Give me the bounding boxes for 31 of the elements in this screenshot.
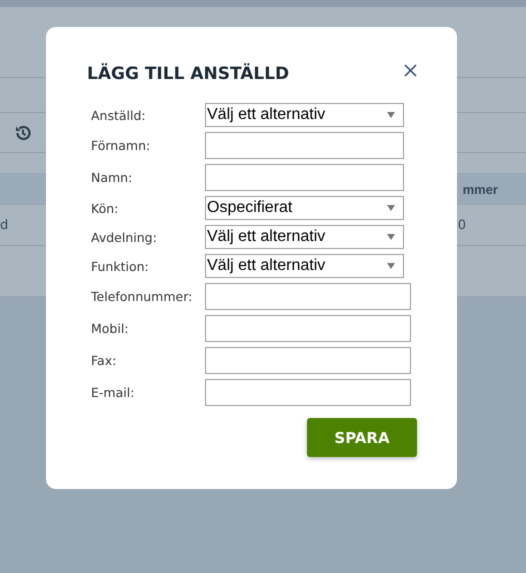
table-cell: d xyxy=(0,218,8,232)
select-field[interactable]: Välj ett alternativ xyxy=(205,103,404,127)
field-label: Kön: xyxy=(91,200,120,216)
field-label: Anställd: xyxy=(91,108,147,122)
field-label: Funktion: xyxy=(91,258,150,274)
save-button[interactable]: SPARA xyxy=(307,418,417,457)
input-field[interactable] xyxy=(205,347,411,374)
field-label: Mobil: xyxy=(91,321,130,336)
table-cell: 0 xyxy=(458,218,466,232)
field-label: Namn: xyxy=(91,170,134,185)
field-label: Fax: xyxy=(91,353,118,368)
select-field[interactable]: Ospecifierat xyxy=(205,196,404,220)
close-icon[interactable] xyxy=(404,64,417,77)
column-header: mmer xyxy=(462,182,498,196)
history-icon[interactable] xyxy=(14,124,32,142)
field-label: Avdelning: xyxy=(91,230,158,244)
field-label: Förnamn: xyxy=(91,138,152,153)
field-label: Telefonnummer: xyxy=(91,289,194,304)
input-field[interactable] xyxy=(205,164,404,191)
dropdown-arrow-icon xyxy=(387,205,395,211)
select-field[interactable]: Välj ett alternativ xyxy=(205,225,404,249)
dialog-title: LÄGG TILL ANSTÄLLD xyxy=(87,64,290,84)
dropdown-arrow-icon xyxy=(387,263,395,269)
input-field[interactable] xyxy=(205,283,411,310)
field-label: E-mail: xyxy=(91,385,136,400)
dropdown-arrow-icon xyxy=(387,234,395,240)
input-field[interactable] xyxy=(205,315,411,342)
select-field[interactable]: Välj ett alternativ xyxy=(205,254,404,278)
dropdown-arrow-icon xyxy=(387,112,395,118)
input-field[interactable] xyxy=(205,132,404,159)
input-field[interactable] xyxy=(205,379,411,406)
